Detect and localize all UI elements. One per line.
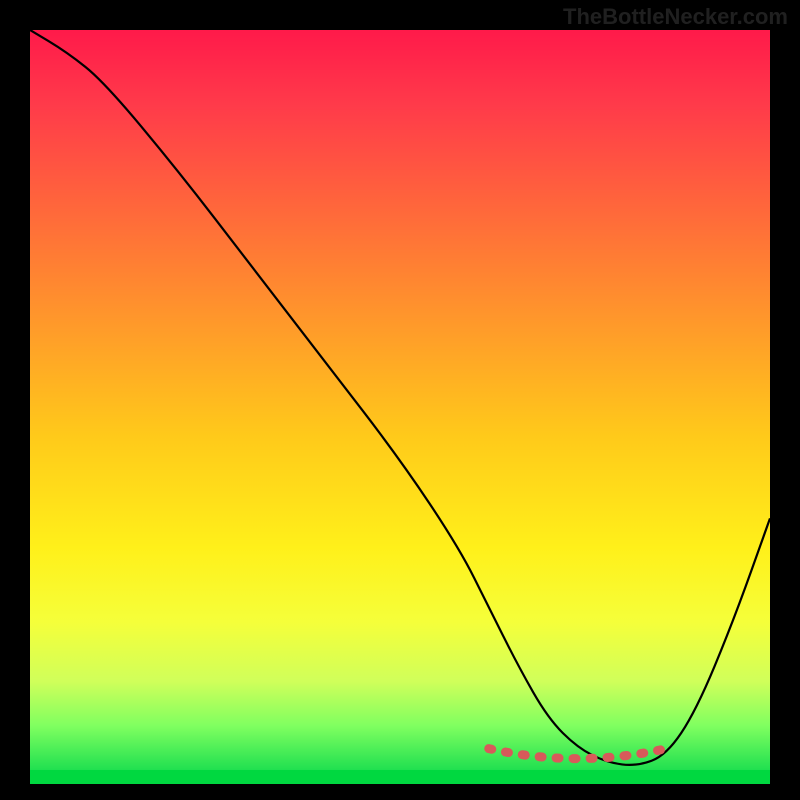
bottom-green-bar: [30, 770, 770, 784]
watermark-text: TheBottleNecker.com: [563, 4, 788, 30]
chart-svg: [30, 30, 770, 770]
bottleneck-curve: [30, 30, 770, 765]
chart-container: [30, 30, 770, 784]
highlight-strip: [489, 749, 667, 759]
